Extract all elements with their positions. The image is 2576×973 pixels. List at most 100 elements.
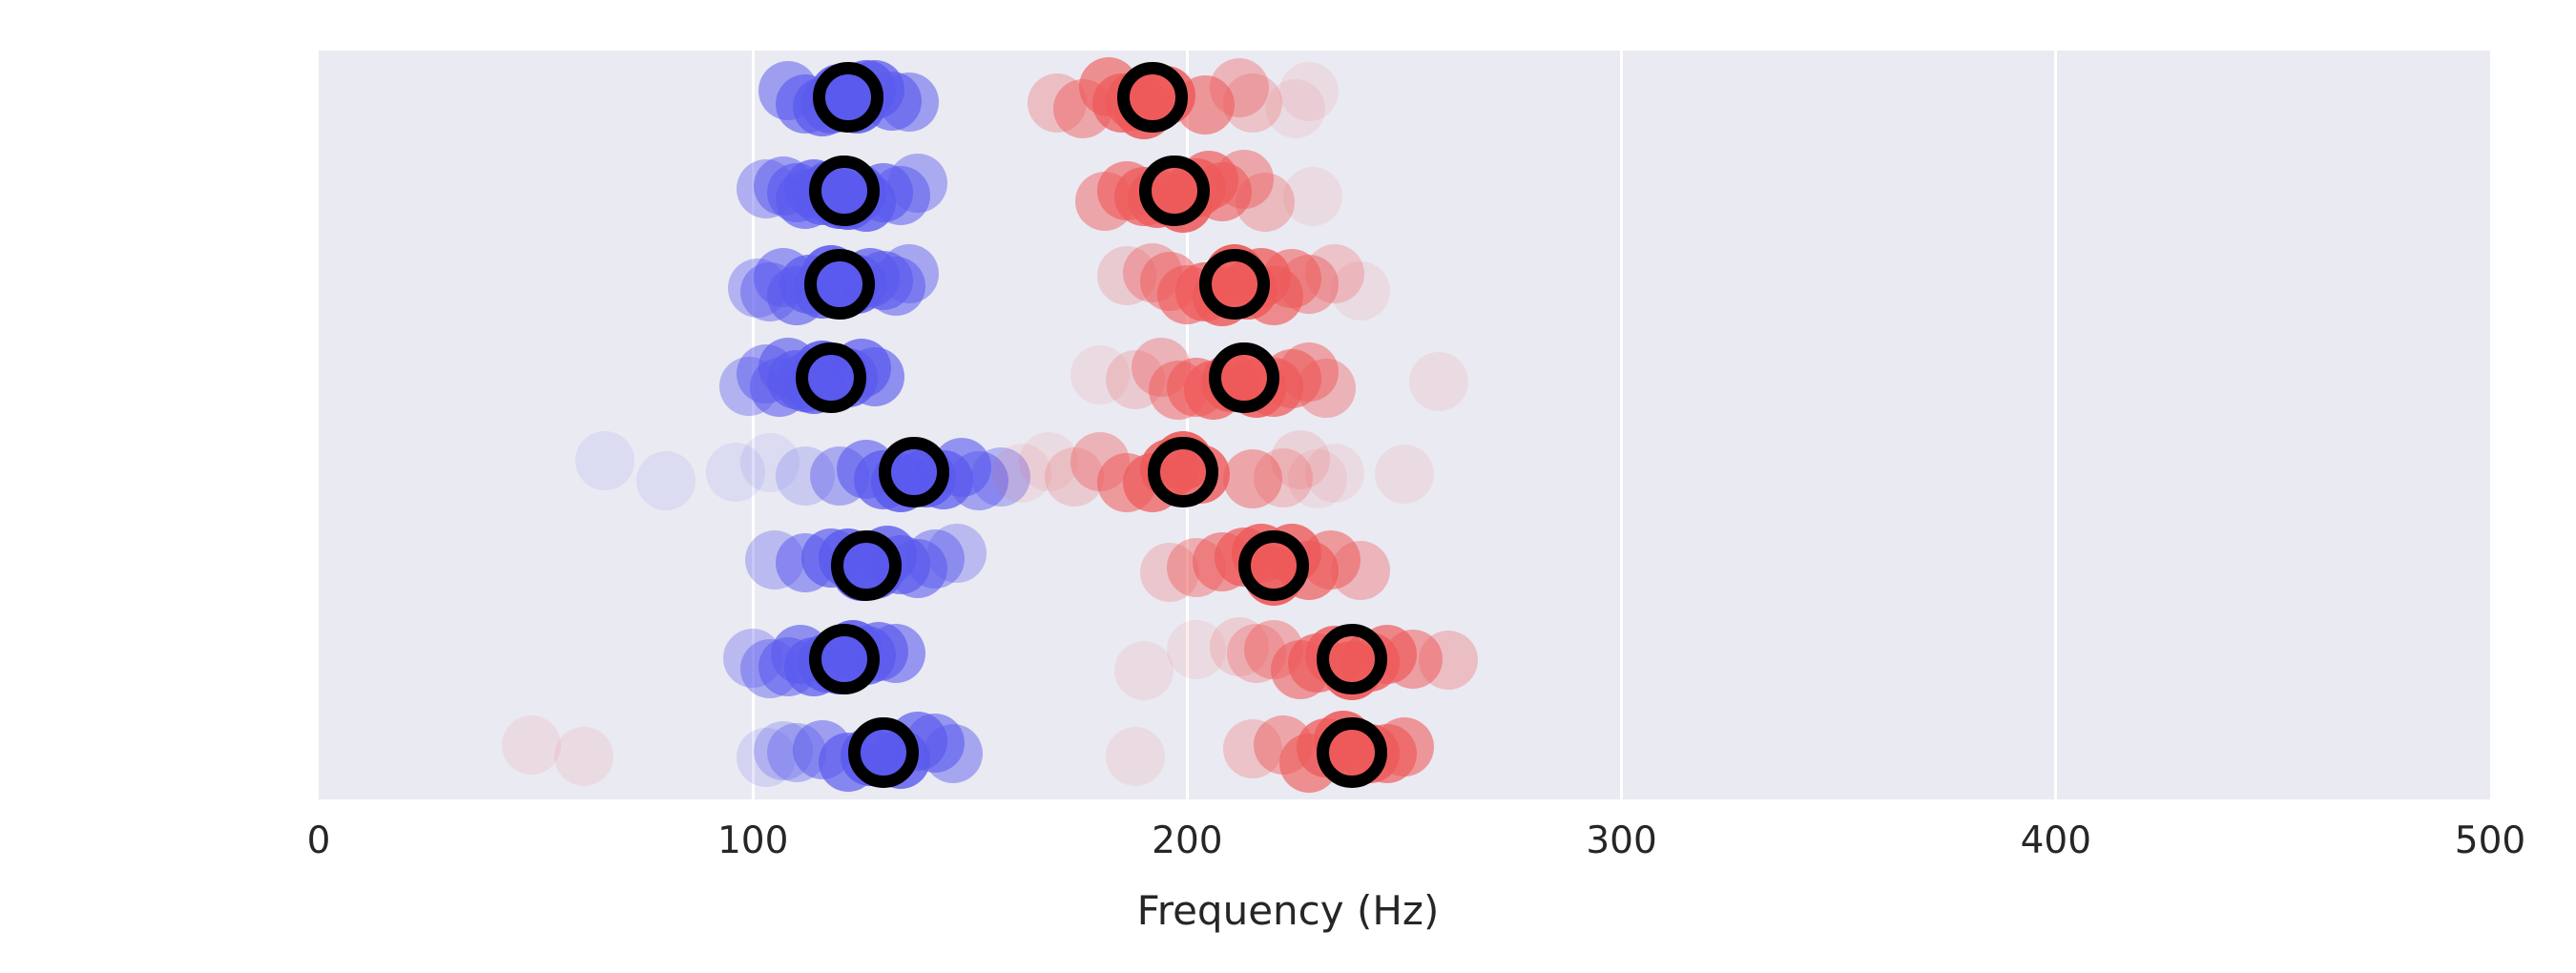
data-point [1070, 344, 1131, 404]
data-point [1383, 630, 1444, 690]
data-point [775, 532, 835, 592]
mean-marker [830, 529, 902, 601]
mean-marker [796, 342, 867, 414]
data-point [775, 445, 835, 506]
data-point [1018, 431, 1078, 491]
data-point [1053, 79, 1113, 139]
data-point [718, 357, 779, 417]
data-point [1236, 173, 1296, 233]
data-point [1074, 172, 1134, 232]
mean-marker [1317, 716, 1388, 788]
data-point [905, 529, 966, 590]
data-point [1214, 149, 1274, 209]
x-axis-title: Frequency (Hz) [1136, 887, 1440, 934]
data-point [1375, 445, 1434, 505]
data-point [888, 153, 948, 213]
data-point [1244, 619, 1304, 679]
mean-marker [847, 716, 919, 788]
data-point [880, 244, 940, 304]
data-point [705, 443, 765, 503]
data-point [1409, 352, 1469, 412]
data-point [1266, 79, 1326, 139]
data-point [1270, 429, 1330, 489]
data-point [1287, 449, 1347, 509]
data-point [1222, 718, 1282, 778]
data-point [1096, 246, 1156, 306]
mean-marker [808, 155, 880, 227]
data-point [1149, 361, 1209, 421]
data-point [1305, 243, 1365, 303]
data-point [1222, 72, 1282, 133]
data-point [1278, 62, 1339, 122]
data-point [1278, 342, 1339, 402]
data-point [927, 524, 987, 584]
data-point [923, 723, 983, 783]
data-point [810, 445, 870, 506]
data-point [1045, 446, 1105, 507]
data-point [740, 432, 800, 492]
data-point [1418, 631, 1478, 691]
data-point [1331, 260, 1391, 321]
data-point [736, 344, 796, 404]
data-point [754, 248, 814, 308]
data-point [575, 431, 635, 491]
gridline-x-100 [751, 51, 755, 799]
data-point [1166, 538, 1226, 598]
data-point [736, 159, 796, 219]
figure-canvas: ArgentinaSpainUnited StatesColombiaVenez… [0, 0, 2576, 973]
x-tick-label-500: 500 [2454, 819, 2526, 862]
mean-marker [813, 62, 884, 134]
data-point [1140, 252, 1200, 312]
data-point [870, 165, 930, 225]
gridline-x-400 [2054, 51, 2058, 799]
x-tick-label-200: 200 [1152, 819, 1223, 862]
data-point [1300, 530, 1361, 590]
data-point [754, 155, 814, 216]
data-point [1253, 448, 1313, 508]
data-point [636, 450, 696, 510]
data-point [1113, 641, 1174, 701]
data-point [736, 727, 796, 787]
data-point [1305, 443, 1365, 503]
mean-marker [1116, 62, 1188, 134]
data-point [1210, 57, 1270, 117]
x-tick-label-100: 100 [717, 819, 789, 862]
data-point [766, 722, 826, 782]
mean-marker [1138, 155, 1210, 227]
data-point [1297, 359, 1357, 419]
data-point [1261, 248, 1321, 308]
data-point [1283, 167, 1343, 227]
data-point [1140, 542, 1200, 602]
data-point [1132, 337, 1192, 397]
data-point [758, 637, 818, 697]
x-tick-label-0: 0 [306, 819, 331, 862]
data-point [502, 715, 562, 776]
data-point [948, 450, 1008, 510]
data-point [1227, 623, 1287, 683]
x-tick-label-400: 400 [2020, 819, 2092, 862]
mean-marker [804, 249, 876, 321]
data-point [1070, 431, 1131, 491]
data-point [1027, 72, 1087, 133]
data-point [1096, 452, 1156, 512]
data-point [793, 719, 853, 779]
data-point [553, 726, 613, 786]
y-axis-tick-labels: ArgentinaSpainUnited StatesColombiaVenez… [0, 0, 286, 973]
data-point [1331, 540, 1391, 600]
data-point [970, 446, 1030, 507]
data-point [1253, 714, 1313, 775]
data-point [758, 60, 818, 120]
data-point [1278, 255, 1339, 315]
mean-marker [878, 436, 949, 507]
data-point [992, 444, 1052, 504]
mean-marker [1208, 342, 1279, 414]
x-tick-label-300: 300 [1586, 819, 1657, 862]
data-point [1222, 448, 1282, 508]
plot-area [319, 51, 2490, 799]
mean-marker [808, 623, 880, 694]
mean-marker [1147, 436, 1218, 507]
data-point [727, 258, 787, 318]
data-point [1166, 620, 1226, 680]
mean-marker [1317, 623, 1388, 694]
data-point [754, 721, 814, 781]
